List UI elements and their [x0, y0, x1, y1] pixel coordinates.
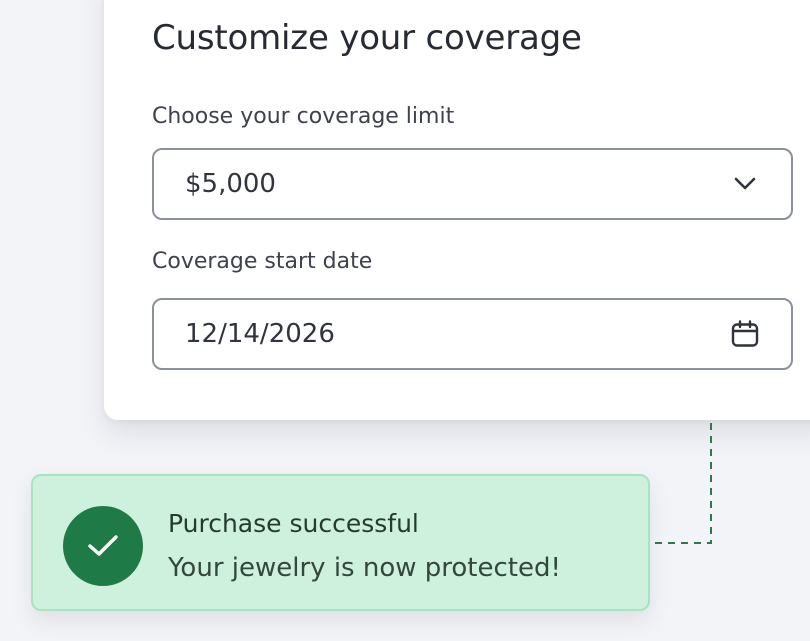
connector-line — [650, 423, 712, 544]
coverage-limit-label: Choose your coverage limit — [152, 104, 455, 129]
coverage-limit-select[interactable]: $5,000 — [152, 148, 793, 220]
coverage-start-date-input[interactable]: 12/14/2026 — [152, 298, 793, 370]
calendar-icon[interactable] — [729, 318, 761, 350]
coverage-limit-value: $5,000 — [185, 169, 276, 199]
chevron-down-icon — [729, 168, 761, 200]
card-title: Customize your coverage — [152, 18, 582, 58]
toast-message: Your jewelry is now protected! — [168, 553, 561, 583]
page: Customize your coverage Choose your cove… — [0, 0, 810, 641]
check-icon — [63, 506, 143, 586]
toast-title: Purchase successful — [168, 509, 419, 538]
coverage-start-date-label: Coverage start date — [152, 249, 373, 274]
coverage-start-date-value: 12/14/2026 — [185, 319, 335, 349]
success-toast: Purchase successful Your jewelry is now … — [31, 474, 650, 611]
